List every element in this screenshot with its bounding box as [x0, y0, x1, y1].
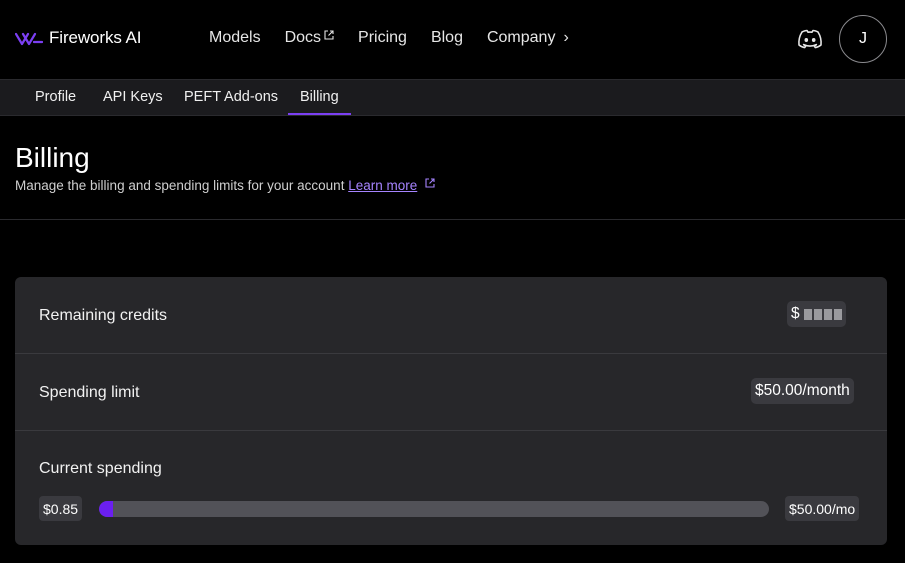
spending-max-value: $50.00/mo	[785, 496, 860, 521]
page-description-text: Manage the billing and spending limits f…	[15, 178, 345, 193]
learn-more-link[interactable]: Learn more	[348, 178, 417, 193]
nav-link-blog-label: Blog	[430, 29, 463, 46]
spending-progress-bar	[99, 501, 769, 517]
remaining-credits-value: $	[787, 301, 846, 327]
spending-progress-fill	[99, 501, 113, 517]
tab-peft-add-ons[interactable]: PEFT Add-ons	[184, 89, 278, 105]
discord-link[interactable]	[797, 29, 823, 54]
remaining-credits-row: Remaining credits $	[15, 277, 887, 354]
external-link-icon	[324, 30, 334, 40]
user-avatar-button[interactable]: J	[839, 15, 887, 63]
nav-link-pricing[interactable]: Pricing	[358, 29, 407, 47]
nav-link-models-label: Models	[209, 29, 261, 46]
nav-link-company[interactable]: Company ›	[487, 29, 569, 47]
nav-link-docs[interactable]: Docs	[285, 29, 334, 47]
remaining-credits-currency: $	[791, 305, 800, 322]
brand-name: Fireworks AI	[49, 28, 142, 47]
nav-link-blog[interactable]: Blog	[431, 29, 463, 47]
chevron-right-icon: ›	[563, 29, 569, 46]
tab-api-keys[interactable]: API Keys	[103, 89, 163, 105]
nav-link-company-label: Company	[486, 29, 556, 46]
billing-card: Remaining credits $ Spending limit $50.0…	[15, 277, 887, 545]
spending-limit-label: Spending limit	[39, 384, 140, 401]
nav-link-models[interactable]: Models	[209, 29, 261, 47]
account-subnav: Profile API Keys PEFT Add-ons Billing	[0, 80, 905, 116]
top-navigation: Fireworks AI Models Docs Pricing Blog Co…	[0, 0, 905, 80]
nav-link-docs-label: Docs	[284, 29, 322, 46]
remaining-credits-label: Remaining credits	[39, 307, 168, 324]
redacted-amount	[803, 308, 842, 320]
avatar-initial: J	[859, 30, 867, 47]
page-title: Billing	[15, 142, 90, 173]
brand-logo-link[interactable]: Fireworks AI	[15, 28, 141, 48]
page-description: Manage the billing and spending limits f…	[15, 178, 435, 193]
current-spending-text: $0.85	[43, 500, 79, 517]
external-link-icon	[425, 178, 435, 188]
spending-limit-value: $50.00/month	[751, 378, 854, 404]
tab-billing[interactable]: Billing	[288, 89, 351, 115]
main-nav-links: Models Docs Pricing Blog Company ›	[209, 29, 593, 47]
current-spending-label: Current spending	[39, 460, 162, 477]
spending-max-text: $50.00/mo	[789, 500, 856, 517]
current-spending-value: $0.85	[39, 496, 83, 521]
spending-limit-text: $50.00/month	[755, 382, 850, 399]
spending-limit-row: Spending limit $50.00/month	[15, 354, 887, 431]
nav-link-pricing-label: Pricing	[358, 29, 407, 46]
tab-profile[interactable]: Profile	[35, 89, 76, 105]
discord-icon	[798, 29, 822, 49]
fireworks-logo-icon	[15, 32, 43, 46]
page-header: Billing Manage the billing and spending …	[0, 116, 905, 220]
